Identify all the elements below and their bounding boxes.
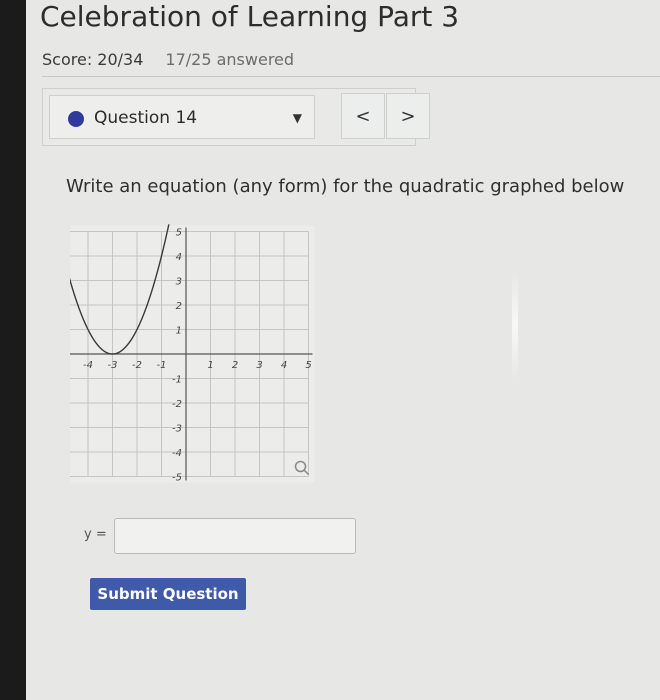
answer-row: y =	[84, 518, 364, 554]
previous-question-button[interactable]: <	[341, 93, 385, 139]
y-tick-label: -2	[172, 399, 182, 410]
answer-label: y =	[84, 527, 107, 542]
answer-input[interactable]	[114, 518, 356, 554]
score-text: Score: 20/34	[42, 50, 144, 69]
page: Celebration of Learning Part 3 Score: 20…	[26, 0, 660, 700]
y-tick-label: 1	[176, 326, 182, 337]
question-prompt: Write an equation (any form) for the qua…	[66, 176, 625, 197]
header-divider	[42, 76, 660, 77]
x-tick-label: 3	[256, 360, 262, 371]
screen-glare	[512, 270, 518, 380]
question-select[interactable]: Question 14 ▼	[49, 95, 315, 139]
y-tick-label: -3	[172, 424, 182, 435]
x-tick-label: -3	[108, 360, 118, 371]
quadratic-graph: -5-4-3-2-11234554321-1-2-3-4-5	[70, 224, 315, 484]
x-tick-label: 1	[207, 360, 213, 371]
x-tick-label: 4	[281, 360, 287, 371]
x-tick-label: -1	[157, 360, 167, 371]
question-nav: Question 14 ▼ < >	[42, 88, 430, 146]
y-tick-label: -5	[172, 473, 182, 484]
y-tick-label: -4	[172, 448, 182, 459]
y-tick-label: 4	[176, 252, 182, 263]
x-tick-label: 5	[305, 360, 311, 371]
answered-count: 17/25 answered	[165, 50, 295, 69]
x-tick-label: -2	[132, 360, 142, 371]
page-title: Celebration of Learning Part 3	[40, 0, 460, 33]
x-tick-label: -4	[83, 360, 93, 371]
y-tick-label: 2	[176, 301, 182, 312]
question-status-dot-icon	[68, 111, 84, 127]
submit-question-button[interactable]: Submit Question	[90, 578, 246, 610]
dropdown-caret-icon: ▼	[292, 111, 302, 125]
x-tick-label: 2	[232, 360, 238, 371]
screen-bezel	[0, 0, 26, 700]
next-question-button[interactable]: >	[386, 93, 430, 139]
score-line: Score: 20/34 17/25 answered	[42, 50, 294, 69]
y-tick-label: 3	[176, 277, 182, 288]
question-select-label: Question 14	[94, 108, 198, 128]
y-tick-label: -1	[172, 375, 182, 386]
y-tick-label: 5	[176, 228, 182, 239]
